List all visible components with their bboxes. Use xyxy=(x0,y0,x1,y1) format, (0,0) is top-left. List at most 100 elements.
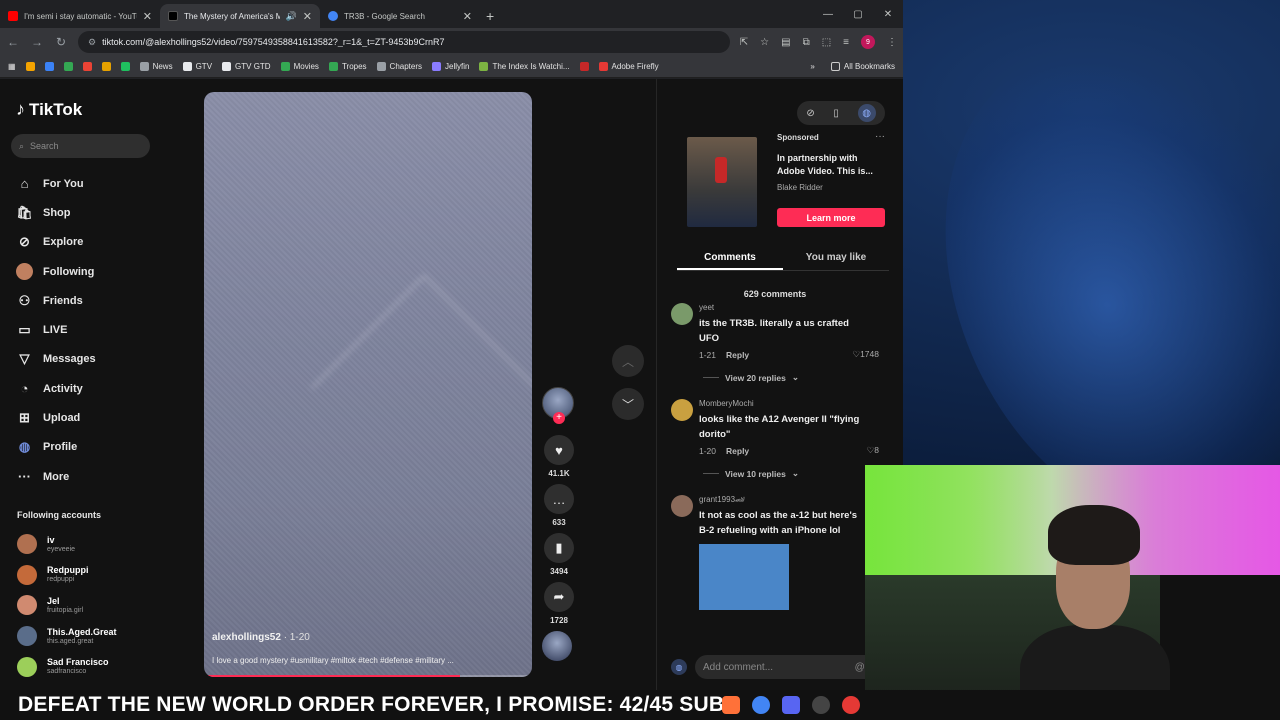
sound-avatar[interactable] xyxy=(542,631,572,661)
following-account[interactable]: Redpuppi redpuppi xyxy=(17,560,157,591)
next-video-button[interactable]: ﹀ xyxy=(612,388,644,420)
view-replies-button[interactable]: View 10 replies ⌄ xyxy=(703,468,891,479)
search-input[interactable]: ⌕ Search xyxy=(11,134,150,158)
star-icon[interactable]: ☆ xyxy=(760,37,769,48)
nav-item-more[interactable]: ··· More xyxy=(16,462,156,491)
more-bookmarks-icon[interactable]: » xyxy=(810,62,814,71)
bookmark-item[interactable]: Movies xyxy=(280,62,319,71)
bookmark-item[interactable]: News xyxy=(139,62,173,71)
compass-icon[interactable]: ⊘ xyxy=(806,108,814,119)
creator-avatar[interactable]: + xyxy=(542,387,574,424)
site-info-icon[interactable]: ⚙ xyxy=(88,37,96,48)
steam-icon[interactable] xyxy=(812,696,830,714)
video-author[interactable]: alexhollings52 · 1-20 xyxy=(212,632,310,643)
comment-button[interactable]: … xyxy=(544,484,574,514)
discord-icon[interactable] xyxy=(782,696,800,714)
address-bar[interactable]: ⚙ tiktok.com/@alexhollings52/video/75975… xyxy=(78,31,730,53)
bookmark-item[interactable] xyxy=(579,62,589,71)
author-name[interactable]: alexhollings52 xyxy=(212,632,281,643)
cast-icon[interactable]: ⇱ xyxy=(740,37,748,48)
avatar[interactable] xyxy=(671,495,693,517)
nav-item-upload[interactable]: ⊞ Upload xyxy=(16,403,156,432)
forward-icon[interactable]: → xyxy=(30,35,44,49)
follow-plus-icon[interactable]: + xyxy=(553,412,565,424)
following-account[interactable]: Jel fruitopia.girl xyxy=(17,590,157,621)
globe-icon[interactable]: ◍ xyxy=(857,104,876,122)
profile-avatar[interactable]: 9 xyxy=(861,35,875,49)
view-replies-button[interactable]: View 20 replies ⌄ xyxy=(703,372,891,383)
ad-title[interactable]: In partnership with Adobe Video. This is… xyxy=(777,152,887,178)
minimize-icon[interactable]: — xyxy=(813,0,843,28)
bookmark-item[interactable] xyxy=(63,62,73,71)
nav-item-profile[interactable]: ◍ Profile xyxy=(16,433,156,462)
audio-icon[interactable]: 🔊 xyxy=(286,11,297,22)
reply-button[interactable]: Reply xyxy=(726,446,749,456)
comment-user[interactable]: MomberyMochi xyxy=(699,397,891,408)
reply-button[interactable]: Reply xyxy=(726,350,749,360)
bookmark-item[interactable]: Chapters xyxy=(376,62,422,71)
extensions-icon[interactable]: ⧉ xyxy=(803,37,810,48)
bookmark-item[interactable]: GTV xyxy=(182,62,212,71)
apps-icon[interactable]: ▦ xyxy=(8,62,16,71)
tab-tiktok[interactable]: The Mystery of America's M 🔊 ✕ xyxy=(160,4,320,28)
bookmark-item[interactable]: Jellyfin xyxy=(432,62,469,71)
like-button[interactable]: ♥ xyxy=(544,435,574,465)
bookmark-item[interactable]: Adobe Firefly xyxy=(598,62,659,71)
tab-google[interactable]: TR3B - Google Search ✕ xyxy=(320,4,480,28)
bookmark-item[interactable] xyxy=(25,62,35,71)
ad-thumbnail[interactable] xyxy=(687,137,757,227)
prev-video-button[interactable]: ︿ xyxy=(612,345,644,377)
screenshot-icon[interactable]: ⬚ xyxy=(822,37,831,48)
tab-comments[interactable]: Comments xyxy=(677,247,783,270)
bookmark-item[interactable] xyxy=(101,62,111,71)
learn-more-button[interactable]: Learn more xyxy=(777,208,885,227)
maximize-icon[interactable]: ▢ xyxy=(843,0,873,28)
bookmark-item[interactable]: The Index Is Watchi... xyxy=(479,62,570,71)
tiktok-logo[interactable]: ♪ TikTok xyxy=(16,99,82,120)
comment-user[interactable]: yeet xyxy=(699,301,891,312)
new-tab-icon[interactable]: + xyxy=(486,8,494,24)
bookmark-item[interactable] xyxy=(44,62,54,71)
nav-item-friends[interactable]: ⚇ Friends xyxy=(16,286,156,315)
nav-item-explore[interactable]: ⊘ Explore xyxy=(16,228,156,257)
nav-item-for-you[interactable]: ⌂ For You xyxy=(16,169,156,198)
tab-youtube[interactable]: I'm semi i stay automatic - YouTube ✕ xyxy=(0,4,160,28)
avatar[interactable] xyxy=(671,303,693,325)
bookmark-item[interactable] xyxy=(120,62,130,71)
bookmark-item[interactable]: Tropes xyxy=(328,62,367,71)
mention-icon[interactable]: @ xyxy=(855,662,865,673)
video-progress[interactable] xyxy=(204,675,532,677)
reload-icon[interactable]: ↻ xyxy=(54,35,68,49)
close-tab-icon[interactable]: ✕ xyxy=(463,10,472,23)
tab-you-may-like[interactable]: You may like xyxy=(783,247,889,270)
close-tab-icon[interactable]: ✕ xyxy=(303,10,312,23)
following-account[interactable]: iv eyeveeie xyxy=(17,529,157,560)
share-button[interactable]: ➦ xyxy=(544,582,574,612)
comment-input[interactable]: Add comment... @ ☺ xyxy=(695,655,891,679)
sponsored-ad[interactable]: Sponsored ··· In partnership with Adobe … xyxy=(673,131,889,231)
all-bookmarks-button[interactable]: All Bookmarks xyxy=(830,62,895,71)
following-account[interactable]: Sad Francisco sadfrancisco xyxy=(17,651,157,682)
media-player-icon[interactable] xyxy=(842,696,860,714)
ad-more-icon[interactable]: ··· xyxy=(875,131,885,142)
mobile-icon[interactable]: ▯ xyxy=(833,108,839,119)
video-caption[interactable]: I love a good mystery #usmilitary #milto… xyxy=(212,656,524,665)
menu-icon[interactable]: ⋮ xyxy=(887,37,897,48)
comment-user[interactable]: grant1993🏎 xyxy=(699,493,891,504)
save-button[interactable]: ▮ xyxy=(544,533,574,563)
clipboard-icon[interactable]: ▤ xyxy=(781,37,790,48)
avatar[interactable] xyxy=(671,399,693,421)
firefox-icon[interactable] xyxy=(722,696,740,714)
video-player[interactable]: alexhollings52 · 1-20 I love a good myst… xyxy=(204,92,532,677)
media-icon[interactable]: ≡ xyxy=(843,37,849,48)
nav-item-following[interactable]: Following xyxy=(16,257,156,286)
following-account[interactable]: This.Aged.Great this.aged.great xyxy=(17,621,157,652)
nav-item-messages[interactable]: ▽ Messages xyxy=(16,345,156,374)
nav-item-live[interactable]: ▭ LIVE xyxy=(16,315,156,344)
globe-icon[interactable]: ◍ xyxy=(671,659,687,675)
comment-like[interactable]: ♡8 xyxy=(867,445,879,456)
bookmark-item[interactable]: GTV GTD xyxy=(222,62,271,71)
bookmark-item[interactable] xyxy=(82,62,92,71)
comment-like[interactable]: ♡1748 xyxy=(852,349,879,360)
nav-item-activity[interactable]: ◔ Activity xyxy=(16,374,156,403)
